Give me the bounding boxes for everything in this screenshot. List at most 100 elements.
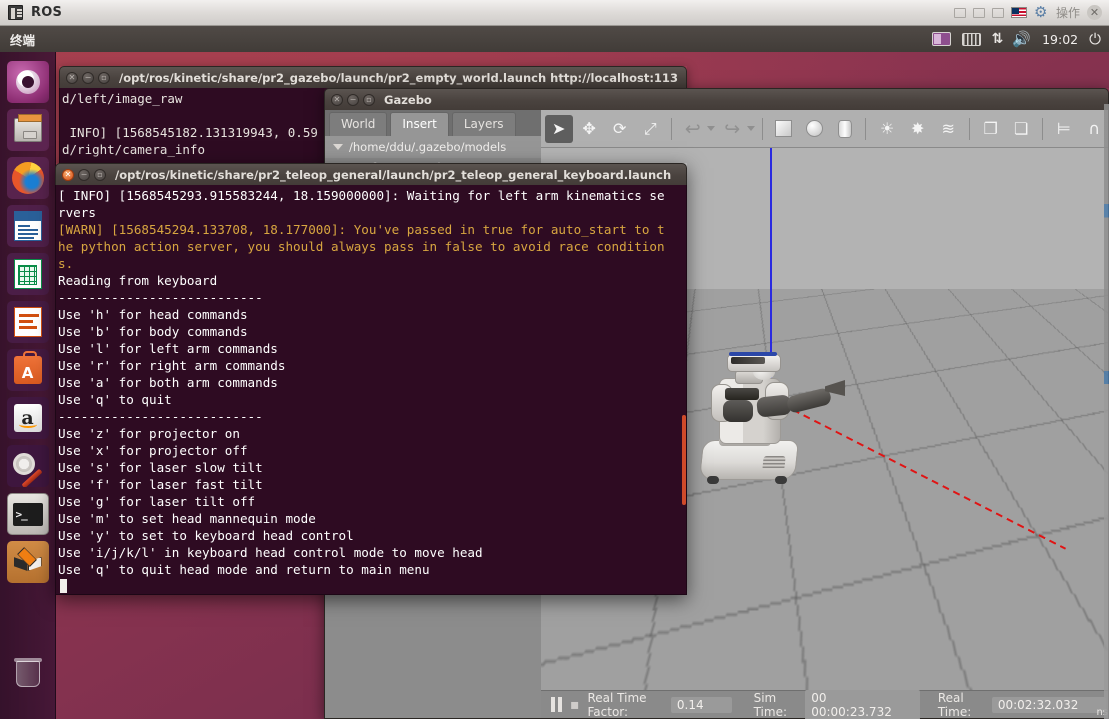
titlebar[interactable]: ✕ − ▫ /opt/ros/kinetic/share/pr2_gazebo/… xyxy=(59,66,687,88)
firefox-icon xyxy=(11,162,44,194)
redo-icon[interactable]: ↪ xyxy=(718,115,746,143)
spreadsheet-icon xyxy=(13,259,42,289)
window-title: /opt/ros/kinetic/share/pr2_teleop_genera… xyxy=(115,167,672,182)
us-flag-icon[interactable] xyxy=(1010,7,1027,18)
software-center-icon: A xyxy=(13,351,42,384)
terminal-line: Use 'z' for projector on xyxy=(58,426,240,441)
restore-button[interactable] xyxy=(972,7,985,18)
maximize-button[interactable]: ▫ xyxy=(363,93,375,106)
maximize-button[interactable] xyxy=(991,7,1004,18)
titlebar[interactable]: ✕ − ▫ /opt/ros/kinetic/share/pr2_teleop_… xyxy=(55,163,687,185)
real-time-factor-label: Real Time Factor: xyxy=(587,690,647,719)
power-icon[interactable]: ⏻ xyxy=(1089,30,1101,48)
insert-sphere-icon[interactable] xyxy=(800,115,828,143)
terminal-line: rvers xyxy=(58,205,96,220)
toolbar-separator xyxy=(671,117,672,140)
minimize-button[interactable]: − xyxy=(347,93,359,106)
minimize-button[interactable]: − xyxy=(82,71,94,84)
window-controls: ⚙ 操作 ✕ xyxy=(953,4,1109,21)
pause-icon[interactable] xyxy=(551,697,562,712)
close-button[interactable]: ✕ xyxy=(62,168,74,181)
close-button[interactable]: ✕ xyxy=(331,93,343,106)
system-indicators: ⇅ 🔊 19:02 ⏻ xyxy=(931,30,1109,48)
chevron-down-icon[interactable] xyxy=(333,144,343,150)
minimize-button[interactable]: − xyxy=(78,168,90,181)
copy-icon[interactable]: ❐ xyxy=(977,115,1005,143)
keyboard-icon[interactable] xyxy=(961,32,981,46)
display-icon[interactable] xyxy=(931,32,951,46)
spot-light-icon[interactable]: ✸ xyxy=(904,115,932,143)
terminal-line: Use 'r' for right arm commands xyxy=(58,358,286,373)
titlebar[interactable]: ✕ − ▫ Gazebo xyxy=(324,88,1109,110)
launcher-item-amazon[interactable]: a xyxy=(6,397,49,439)
terminal-line: Use 'x' for projector off xyxy=(58,443,248,458)
align-icon[interactable]: ⊨ xyxy=(1050,115,1078,143)
close-button[interactable]: ✕ xyxy=(66,71,78,84)
terminal-line: Use 'l' for left arm commands xyxy=(58,341,278,356)
model-path-label: /home/ddu/.gazebo/models xyxy=(349,140,507,154)
tab-insert[interactable]: Insert xyxy=(390,112,449,136)
terminal-line: Reading from keyboard xyxy=(58,273,218,288)
clock-label[interactable]: 19:02 xyxy=(1042,32,1078,47)
operations-label[interactable]: 操作 xyxy=(1056,4,1080,21)
rotate-mode-icon[interactable]: ⟳ xyxy=(606,115,634,143)
point-light-icon[interactable]: ☀ xyxy=(873,115,901,143)
paste-icon[interactable]: ❏ xyxy=(1007,115,1035,143)
close-icon[interactable]: ✕ xyxy=(1087,5,1102,20)
launcher-item-ubuntu-dash[interactable] xyxy=(6,61,49,103)
terminal-line: Use 'q' to quit head mode and return to … xyxy=(58,562,430,577)
chevron-down-icon[interactable] xyxy=(707,126,716,131)
minimize-button[interactable] xyxy=(953,7,966,18)
terminal-line: Use 'f' for laser fast tilt xyxy=(58,477,263,492)
launcher-item-system-settings[interactable] xyxy=(6,445,49,487)
translate-mode-icon[interactable]: ✥ xyxy=(576,115,604,143)
insert-cylinder-icon[interactable] xyxy=(831,115,859,143)
window-title: /opt/ros/kinetic/share/pr2_gazebo/launch… xyxy=(119,70,678,85)
menu-terminal[interactable]: 终端 xyxy=(10,30,35,49)
launcher-item-firefox[interactable] xyxy=(6,157,49,199)
tab-layers[interactable]: Layers xyxy=(451,112,516,136)
terminal-line: Use 'y' to set to keyboard head control xyxy=(58,528,354,543)
terminal-icon: >_ xyxy=(12,502,43,526)
launcher-item-ubuntu-software[interactable]: A xyxy=(6,349,49,391)
flag-canton xyxy=(1011,8,1019,14)
ros-window-titlebar: ROS ⚙ 操作 ✕ xyxy=(0,0,1109,26)
volume-icon[interactable]: 🔊 xyxy=(1012,30,1031,48)
terminal-window-pr2-teleop[interactable]: ✕ − ▫ /opt/ros/kinetic/share/pr2_teleop_… xyxy=(55,163,687,595)
amazon-icon: a xyxy=(13,404,42,432)
unity-launcher: A a >_ xyxy=(0,52,56,719)
page-title: ROS xyxy=(31,5,63,20)
writer-document-icon xyxy=(13,211,42,241)
launcher-item-libreoffice-calc[interactable] xyxy=(6,253,49,295)
launcher-item-libreoffice-impress[interactable] xyxy=(6,301,49,343)
terminal-scrollbar[interactable] xyxy=(682,185,686,595)
gear-icon[interactable]: ⚙ xyxy=(1034,5,1049,20)
undo-icon[interactable]: ↩ xyxy=(679,115,707,143)
launcher-item-gazebo[interactable] xyxy=(6,541,49,583)
maximize-button[interactable]: ▫ xyxy=(98,71,110,84)
window-title: Gazebo xyxy=(384,92,432,107)
toolbar-separator xyxy=(1041,117,1043,140)
tab-world[interactable]: World xyxy=(329,112,388,136)
directional-light-icon[interactable]: ≋ xyxy=(934,115,962,143)
select-mode-icon[interactable]: ➤ xyxy=(545,114,573,143)
maximize-button[interactable]: ▫ xyxy=(94,168,106,181)
chevron-down-icon[interactable] xyxy=(746,126,755,131)
launcher-item-libreoffice-writer[interactable] xyxy=(6,205,49,247)
terminal-output[interactable]: [ INFO] [1568545293.915583244, 18.159000… xyxy=(55,185,687,595)
toolbar-separator xyxy=(865,117,867,140)
insert-box-icon[interactable] xyxy=(770,115,798,143)
step-icon[interactable]: ▪ xyxy=(570,697,580,713)
window-buttons: ✕ − ▫ xyxy=(66,71,110,84)
launcher-item-files[interactable] xyxy=(6,109,49,151)
launcher-item-trash[interactable] xyxy=(7,653,49,695)
gazebo-toolbar: ➤ ✥ ⟳ ⤢ ↩ ↪ ☀ ✸ ≋ ❐ ❏ ⊨ ∩ xyxy=(541,110,1108,148)
model-path-row[interactable]: /home/ddu/.gazebo/models xyxy=(325,136,541,158)
launcher-item-terminal[interactable]: >_ xyxy=(6,493,49,535)
pr2-robot-model[interactable] xyxy=(691,348,871,488)
scale-mode-icon[interactable]: ⤢ xyxy=(637,115,665,143)
settings-gear-wrench-icon xyxy=(12,451,43,487)
presentation-icon xyxy=(13,307,42,337)
gazebo-status-bar: ▪ Real Time Factor: 0.14 Sim Time: 00 00… xyxy=(541,689,1108,719)
network-icon[interactable]: ⇅ xyxy=(992,31,1004,47)
